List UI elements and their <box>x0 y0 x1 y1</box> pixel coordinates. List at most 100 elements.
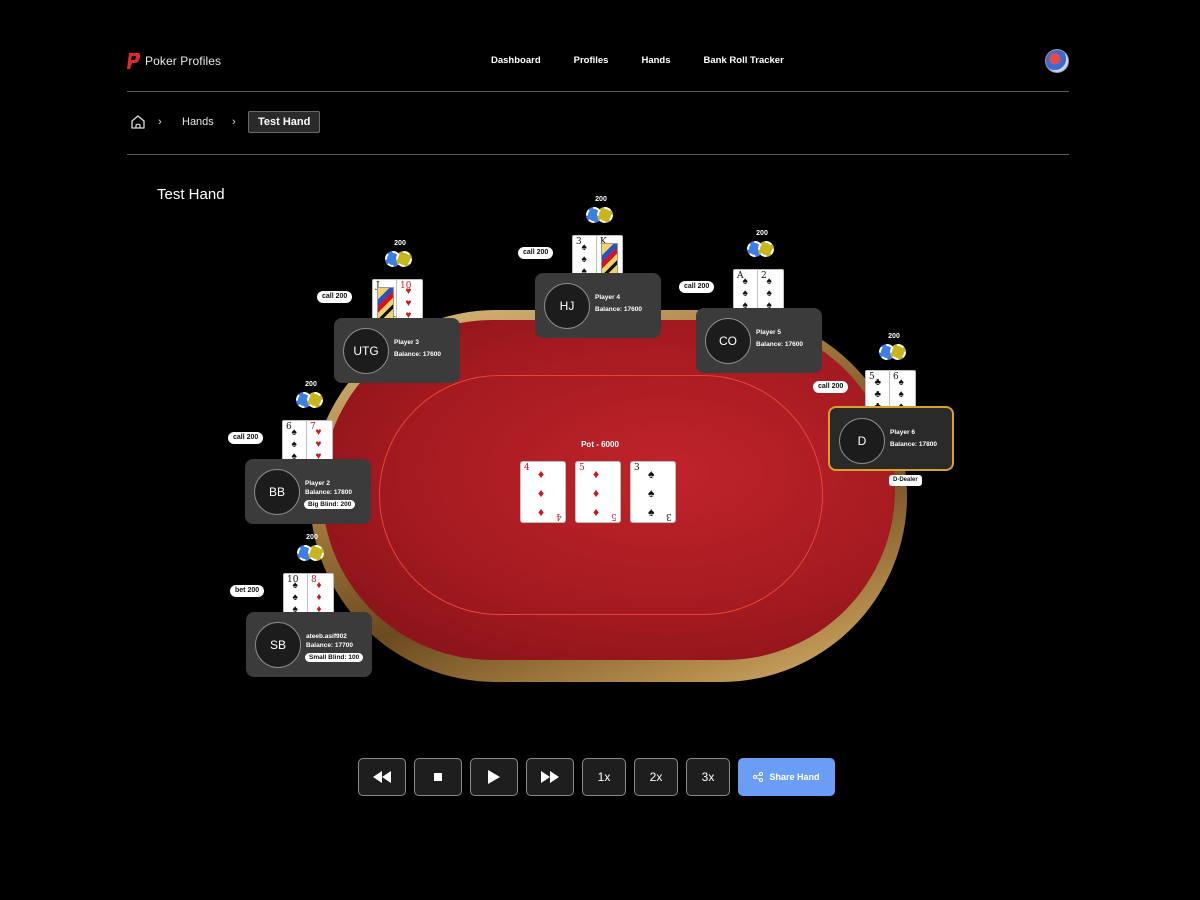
bet-amount: 200 <box>888 333 900 340</box>
player-name: Player 6 <box>890 429 915 436</box>
card-suit: ♠ <box>291 439 297 450</box>
action-label: call 200 <box>518 247 554 259</box>
chip-stack <box>297 545 329 563</box>
card-rank: 5 <box>579 463 585 473</box>
share-hand-button[interactable]: Share Hand <box>738 758 835 796</box>
player-balance: Balance: 17700 <box>306 642 353 649</box>
logo[interactable]: Poker Profiles <box>127 52 221 70</box>
card-face-art <box>601 243 618 275</box>
share-icon <box>753 772 764 782</box>
card-suit: ♥ <box>315 439 322 450</box>
seat-position: BB <box>254 469 300 515</box>
player-balance: Balance: 17600 <box>756 341 803 348</box>
card-suit: ♠ <box>648 486 655 500</box>
card-suit: ♥ <box>405 286 412 297</box>
card-suit: ♦ <box>316 580 322 591</box>
bet-amount: 200 <box>306 534 318 541</box>
seat-hj[interactable]: HJ Player 4 Balance: 17600 <box>535 273 661 338</box>
card-rank: 3 <box>666 511 672 521</box>
seat-bb[interactable]: BB Player 2 Balance: 17800 Big Blind: 200 <box>245 459 371 524</box>
fast-forward-button[interactable] <box>526 758 574 796</box>
main-nav: Dashboard Profiles Hands Bank Roll Track… <box>491 55 784 66</box>
chip-stack <box>385 251 417 269</box>
card-rank: 4 <box>556 511 562 521</box>
chevron-right-icon: › <box>232 116 236 128</box>
speed-3x-button[interactable]: 3x <box>686 758 730 796</box>
playing-card: 3 3 ♠ ♠ ♠ <box>630 461 676 523</box>
breadcrumb-hands[interactable]: Hands <box>182 116 214 128</box>
chip-yellow-icon <box>890 344 906 360</box>
seat-co[interactable]: CO Player 5 Balance: 17600 <box>696 308 822 373</box>
action-label: call 200 <box>679 281 715 293</box>
play-icon <box>488 770 500 784</box>
speed-1x-button[interactable]: 1x <box>582 758 626 796</box>
card-suit: ♠ <box>766 288 772 299</box>
chip-stack <box>879 344 911 362</box>
seat-utg[interactable]: UTG Player 3 Balance: 17600 <box>334 318 460 383</box>
seat-position: UTG <box>343 328 389 374</box>
card-suit: ♠ <box>898 377 904 388</box>
card-suit: ♣ <box>874 377 882 388</box>
player-name: ateeb.asif902 <box>306 633 347 640</box>
user-avatar[interactable] <box>1045 49 1069 73</box>
card-face-art <box>377 287 394 319</box>
blind-badge: Small Blind: 100 <box>305 653 364 662</box>
chip-stack <box>747 241 779 259</box>
blind-badge: Big Blind: 200 <box>304 500 356 509</box>
fast-forward-icon <box>541 771 559 783</box>
home-icon[interactable] <box>130 114 146 130</box>
nav-profiles[interactable]: Profiles <box>574 55 609 66</box>
chip-stack <box>586 207 618 225</box>
chip-yellow-icon <box>307 392 323 408</box>
playing-card: 5 5 ♦ ♦ ♦ <box>575 461 621 523</box>
playback-controls: 1x 2x 3x Share Hand <box>358 758 835 796</box>
card-rank: 4 <box>524 463 530 473</box>
seat-position: CO <box>705 318 751 364</box>
bet-amount: 200 <box>305 381 317 388</box>
seat-position: D <box>839 418 885 464</box>
rewind-icon <box>373 771 391 783</box>
card-suit: ♥ <box>315 427 322 438</box>
breadcrumb-current: Test Hand <box>248 111 321 133</box>
nav-hands[interactable]: Hands <box>641 55 670 66</box>
card-suit: ♦ <box>593 467 600 481</box>
card-suit: ♠ <box>292 592 298 603</box>
chevron-right-icon: › <box>158 116 162 128</box>
chip-yellow-icon <box>396 251 412 267</box>
card-suit: ♠ <box>648 467 655 481</box>
rewind-button[interactable] <box>358 758 406 796</box>
breadcrumb: › Hands › Test Hand <box>127 92 1069 155</box>
nav-dashboard[interactable]: Dashboard <box>491 55 541 66</box>
action-label: call 200 <box>317 291 353 303</box>
logo-icon <box>127 53 141 69</box>
chip-yellow-icon <box>308 545 324 561</box>
nav-bank-roll-tracker[interactable]: Bank Roll Tracker <box>704 55 784 66</box>
play-button[interactable] <box>470 758 518 796</box>
player-name: Player 4 <box>595 294 620 301</box>
action-label: call 200 <box>813 381 849 393</box>
card-suit: ♥ <box>405 298 412 309</box>
chip-yellow-icon <box>597 207 613 223</box>
card-suit: ♦ <box>538 505 545 519</box>
seat-sb[interactable]: SB ateeb.asif902 Balance: 17700 Small Blind… <box>246 612 372 677</box>
player-balance: Balance: 17800 <box>890 441 937 448</box>
player-balance: Balance: 17600 <box>394 351 441 358</box>
card-suit: ♠ <box>648 505 655 519</box>
player-balance: Balance: 17600 <box>595 306 642 313</box>
player-name: Player 2 <box>305 480 330 487</box>
top-navbar: Poker Profiles Dashboard Profiles Hands … <box>127 40 1069 92</box>
bet-amount: 200 <box>595 196 607 203</box>
dealer-tag: D-Dealer <box>889 475 922 486</box>
seat-position: SB <box>255 622 301 668</box>
player-name: Player 5 <box>756 329 781 336</box>
seat-d[interactable]: D Player 6 Balance: 17800 <box>828 406 954 471</box>
card-rank: 5 <box>611 511 617 521</box>
card-suit: ♦ <box>538 486 545 500</box>
stop-button[interactable] <box>414 758 462 796</box>
card-suit: ♣ <box>874 389 882 400</box>
speed-2x-button[interactable]: 2x <box>634 758 678 796</box>
card-suit: ♦ <box>593 486 600 500</box>
pot-label: Pot - 6000 <box>581 440 619 449</box>
action-label: bet 200 <box>230 585 265 597</box>
card-suit: ♠ <box>742 288 748 299</box>
